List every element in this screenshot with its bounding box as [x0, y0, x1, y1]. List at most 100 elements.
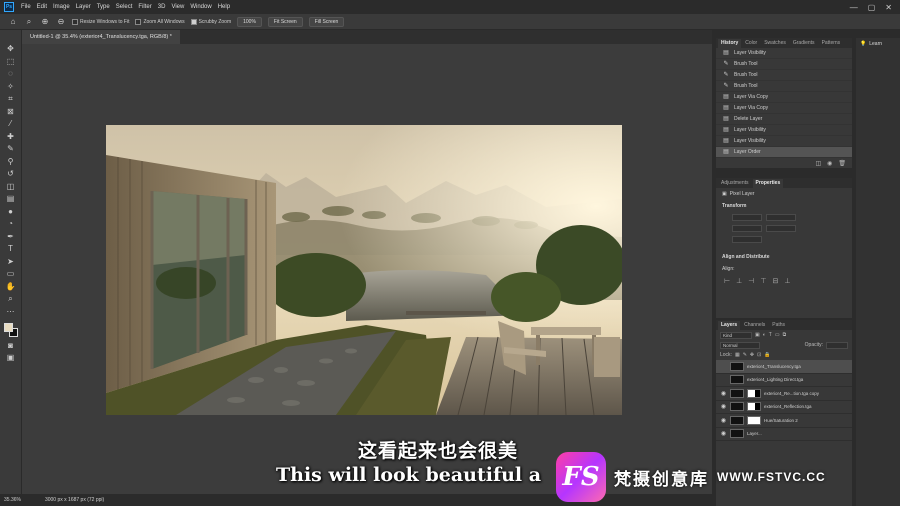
zoom-100-button[interactable]: 100%: [237, 16, 262, 27]
filter-smart-icon[interactable]: ⧉: [783, 332, 787, 338]
menu-image[interactable]: Image: [50, 4, 73, 10]
layer-mask-thumbnail[interactable]: [747, 402, 761, 412]
document-tab[interactable]: Untitled-1 @ 35.4% (exterior4_Translucen…: [22, 30, 180, 44]
zoom-all-checkbox[interactable]: Zoom All Windows: [135, 18, 185, 25]
menu-help[interactable]: Help: [215, 4, 233, 10]
history-item[interactable]: ▤ Layer Order: [716, 147, 852, 158]
opacity-field[interactable]: [826, 341, 848, 349]
shape-tool-icon[interactable]: ▭: [5, 269, 17, 278]
layer-mask-thumbnail[interactable]: [747, 415, 761, 425]
tab-gradients[interactable]: Gradients: [790, 39, 818, 48]
filter-pixel-icon[interactable]: ▣: [755, 332, 760, 338]
magic-wand-tool-icon[interactable]: ✧: [5, 82, 17, 91]
home-icon[interactable]: ⌂: [8, 17, 18, 27]
align-center-icon[interactable]: ⊥: [736, 277, 742, 285]
lock-transparency-icon[interactable]: ▦: [735, 352, 740, 358]
tab-adjustments[interactable]: Adjustments: [718, 179, 752, 188]
history-brush-tool-icon[interactable]: ↺: [5, 169, 17, 178]
zoom-out-icon[interactable]: ⊖: [56, 17, 66, 27]
lasso-tool-icon[interactable]: ◌: [5, 69, 17, 78]
hand-tool-icon[interactable]: ✋: [5, 282, 17, 291]
menu-file[interactable]: File: [18, 4, 34, 10]
menu-type[interactable]: Type: [94, 4, 113, 10]
history-item[interactable]: ✎ Brush Tool: [716, 70, 852, 81]
eye-icon[interactable]: ◉: [720, 430, 727, 437]
menu-window[interactable]: Window: [187, 4, 214, 10]
lock-all-icon[interactable]: 🔒: [764, 352, 770, 358]
tab-history[interactable]: History: [718, 39, 742, 48]
close-icon[interactable]: ✕: [885, 3, 892, 12]
align-left-icon[interactable]: ⊢: [724, 277, 730, 285]
tab-paths[interactable]: Paths: [769, 321, 788, 330]
healing-brush-tool-icon[interactable]: ✚: [5, 132, 17, 141]
lock-position-icon[interactable]: ✥: [750, 352, 754, 358]
eye-icon[interactable]: ◉: [720, 390, 727, 397]
menu-layer[interactable]: Layer: [73, 4, 94, 10]
minimize-icon[interactable]: —: [850, 3, 858, 12]
menu-filter[interactable]: Filter: [135, 4, 154, 10]
history-item[interactable]: ▤ Delete Layer: [716, 114, 852, 125]
menu-edit[interactable]: Edit: [34, 4, 50, 10]
eraser-tool-icon[interactable]: ◫: [5, 182, 17, 191]
history-item[interactable]: ▤ Layer Visibility: [716, 48, 852, 59]
x-field[interactable]: [732, 225, 762, 232]
angle-field[interactable]: [732, 236, 762, 243]
tab-properties[interactable]: Properties: [752, 179, 784, 188]
zoom-tool-icon[interactable]: ⌕: [24, 17, 34, 27]
align-right-icon[interactable]: ⊣: [748, 277, 754, 285]
tab-patterns[interactable]: Patterns: [819, 39, 844, 48]
canvas-area[interactable]: [22, 44, 712, 494]
zoom-tool-icon[interactable]: ⌕: [5, 294, 17, 303]
filter-shape-icon[interactable]: ▭: [775, 332, 780, 338]
history-item[interactable]: ▤ Layer Via Copy: [716, 92, 852, 103]
maximize-icon[interactable]: ▢: [868, 3, 876, 12]
marquee-tool-icon[interactable]: ⬚: [5, 57, 17, 66]
document-image[interactable]: [106, 125, 622, 415]
history-item[interactable]: ✎ Brush Tool: [716, 81, 852, 92]
tab-channels[interactable]: Channels: [741, 321, 768, 330]
type-tool-icon[interactable]: T: [5, 244, 17, 253]
menu-3d[interactable]: 3D: [155, 4, 169, 10]
gradient-tool-icon[interactable]: ▤: [5, 194, 17, 203]
align-middle-icon[interactable]: ⊟: [772, 277, 778, 285]
move-tool-icon[interactable]: ✥: [5, 44, 17, 53]
blend-mode-select[interactable]: Normal: [720, 341, 760, 349]
filter-adjustment-icon[interactable]: ◐: [763, 332, 766, 338]
lock-pixels-icon[interactable]: ✎: [743, 352, 747, 358]
layer-row[interactable]: ◉ Layer...: [716, 428, 852, 441]
new-snapshot-icon[interactable]: ◫: [815, 160, 821, 167]
layer-row[interactable]: ◉ exterior4_Re...tion.tga copy: [716, 387, 852, 401]
kind-filter-select[interactable]: Kind: [720, 331, 752, 339]
pen-tool-icon[interactable]: ✒: [5, 232, 17, 241]
width-field[interactable]: [732, 214, 762, 221]
height-field[interactable]: [766, 214, 796, 221]
dodge-tool-icon[interactable]: ◔: [5, 219, 17, 228]
align-top-icon[interactable]: ⊤: [760, 277, 766, 285]
quick-mask-icon[interactable]: ◙: [5, 341, 17, 350]
layer-row[interactable]: ◉ exterior4_Reflection.tga: [716, 401, 852, 414]
history-item[interactable]: ▤ Layer Via Copy: [716, 103, 852, 114]
screen-mode-icon[interactable]: ▣: [5, 353, 17, 362]
clone-stamp-tool-icon[interactable]: ⚲: [5, 157, 17, 166]
layer-mask-thumbnail[interactable]: [747, 388, 761, 398]
zoom-in-icon[interactable]: ⊕: [40, 17, 50, 27]
brush-tool-icon[interactable]: ✎: [5, 144, 17, 153]
color-swatches[interactable]: [3, 323, 18, 337]
layer-row[interactable]: exterior4_Translucency.tga: [716, 360, 852, 374]
frame-tool-icon[interactable]: ⊠: [5, 107, 17, 116]
trash-icon[interactable]: 🗑: [838, 160, 846, 167]
foreground-color-swatch[interactable]: [3, 323, 13, 332]
lock-artboard-icon[interactable]: ⊡: [757, 352, 761, 358]
eye-icon[interactable]: ◉: [720, 403, 727, 410]
layer-row[interactable]: ◉ Hue/Saturation 2: [716, 414, 852, 428]
menu-view[interactable]: View: [168, 4, 187, 10]
fit-screen-button[interactable]: Fit Screen: [267, 16, 303, 27]
eyedropper-tool-icon[interactable]: ⁄: [5, 119, 17, 128]
tab-color[interactable]: Color: [742, 39, 760, 48]
crop-tool-icon[interactable]: ⌗: [5, 94, 17, 103]
layer-row[interactable]: exterior4_Lighting Direct.tga: [716, 374, 852, 387]
zoom-level[interactable]: 35.36%: [4, 497, 21, 503]
history-item[interactable]: ▤ Layer Visibility: [716, 136, 852, 147]
resize-windows-checkbox[interactable]: Resize Windows to Fit: [72, 18, 129, 25]
camera-icon[interactable]: ◉: [827, 160, 832, 167]
